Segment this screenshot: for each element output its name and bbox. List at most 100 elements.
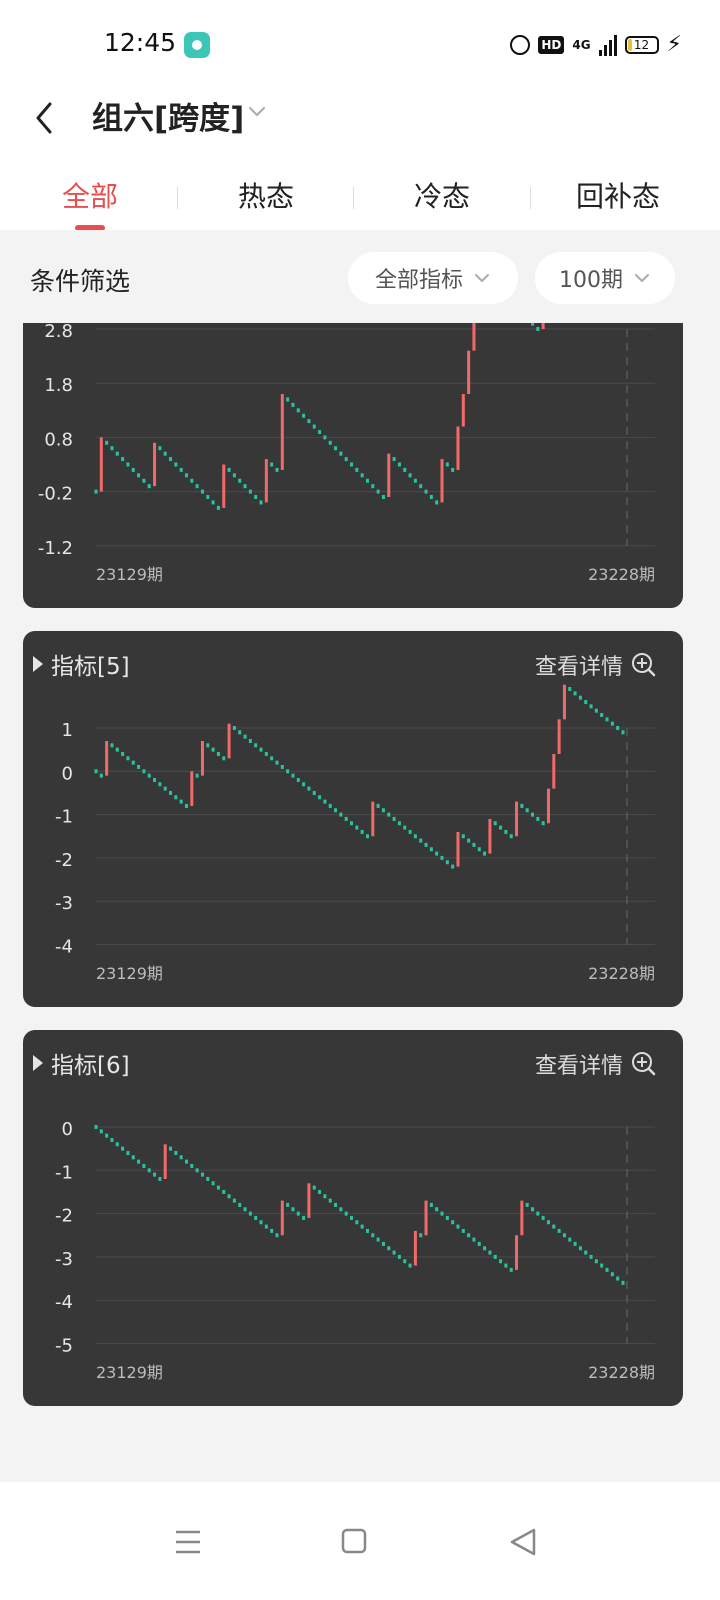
down-mark xyxy=(360,1224,364,1229)
down-mark xyxy=(211,747,215,752)
down-mark xyxy=(169,1146,173,1151)
down-mark xyxy=(360,829,364,834)
down-mark xyxy=(238,730,242,735)
down-mark xyxy=(302,413,306,418)
down-mark xyxy=(531,1207,535,1212)
down-mark xyxy=(536,327,540,331)
down-mark xyxy=(536,1211,540,1216)
down-mark xyxy=(594,1259,598,1264)
battery-icon: 12 xyxy=(624,36,659,54)
down-mark xyxy=(275,760,279,765)
down-mark xyxy=(163,451,167,456)
down-mark xyxy=(254,743,258,748)
down-mark xyxy=(381,808,385,813)
tab-all[interactable]: 全部 xyxy=(10,175,170,215)
down-mark xyxy=(408,473,412,478)
down-mark xyxy=(254,1215,258,1220)
down-mark xyxy=(350,821,354,826)
charging-bolt-icon: ⚡ xyxy=(666,32,682,57)
down-mark xyxy=(318,429,322,434)
down-mark xyxy=(557,1228,561,1233)
down-mark xyxy=(195,484,199,489)
filter-label: 条件筛选 xyxy=(30,267,131,296)
y-tick-label: -3 xyxy=(55,893,73,914)
up-bar xyxy=(440,459,444,503)
signal-icon xyxy=(598,34,617,56)
down-mark xyxy=(286,769,290,774)
chevron-down-icon[interactable] xyxy=(246,100,268,122)
chart-card-3[interactable]: 指标[6] 查看详情 0 -1 -2 -3 -4 -5 23129期 23228期 xyxy=(23,1030,683,1406)
down-mark xyxy=(541,821,545,826)
chart-plot: 0 -1 -2 -3 -4 -5 23129期 23228期 xyxy=(55,1119,655,1382)
x-start-label: 23129期 xyxy=(96,565,163,584)
down-mark xyxy=(504,829,508,834)
down-mark xyxy=(227,1194,231,1199)
down-mark xyxy=(467,838,471,843)
down-mark xyxy=(94,769,98,774)
down-mark xyxy=(153,1172,157,1177)
hd-icon: HD xyxy=(538,36,565,54)
down-mark xyxy=(504,1263,508,1268)
down-mark xyxy=(397,1254,401,1259)
down-mark xyxy=(264,1224,268,1229)
up-bar xyxy=(190,771,194,806)
down-mark xyxy=(376,803,380,808)
up-bar xyxy=(99,437,103,492)
down-mark xyxy=(291,773,295,778)
chart-card-1[interactable]: 2.8 1.8 0.8 -0.2 -1.2 23129期 23228期 xyxy=(23,323,683,608)
tab-bar: 全部 热态 冷态 回补态 xyxy=(0,165,720,231)
down-mark xyxy=(355,1220,359,1225)
down-mark xyxy=(435,1207,439,1212)
down-mark xyxy=(232,726,236,730)
up-bar xyxy=(515,1235,519,1270)
up-bar xyxy=(552,753,556,789)
period-select[interactable]: 100期 xyxy=(535,252,675,304)
down-mark xyxy=(584,1250,588,1255)
down-mark xyxy=(200,1172,204,1177)
down-mark xyxy=(467,1233,471,1238)
down-mark xyxy=(605,717,609,722)
down-mark xyxy=(115,451,119,456)
down-mark xyxy=(525,1202,529,1207)
down-mark xyxy=(126,1150,130,1155)
down-mark xyxy=(600,713,604,718)
down-mark xyxy=(184,473,188,478)
menu-icon[interactable] xyxy=(170,1522,210,1562)
down-mark xyxy=(307,786,311,791)
down-mark xyxy=(195,1168,199,1173)
home-square-icon[interactable] xyxy=(336,1522,376,1562)
down-mark xyxy=(259,1220,263,1225)
down-mark xyxy=(573,691,577,696)
down-mark xyxy=(419,484,423,489)
down-mark xyxy=(334,446,338,451)
down-mark xyxy=(440,1211,444,1216)
y-tick-label: 0 xyxy=(62,1119,73,1140)
down-mark xyxy=(243,734,247,739)
down-mark xyxy=(392,816,396,821)
indicator-select[interactable]: 全部指标 xyxy=(348,252,518,304)
down-mark xyxy=(419,838,423,843)
tab-rebound[interactable]: 回补态 xyxy=(538,175,698,215)
down-mark xyxy=(461,1228,465,1233)
chevron-left-icon[interactable] xyxy=(30,98,60,138)
up-bar xyxy=(515,801,519,837)
chart-card-2[interactable]: 指标[5] 查看详情 1 0 -1 -2 -3 -4 23129期 23228期 xyxy=(23,631,683,1007)
status-icons: HD 4G 12 ⚡ xyxy=(510,30,682,60)
down-mark xyxy=(445,860,449,865)
down-mark xyxy=(328,440,332,445)
y-tick-label: -1 xyxy=(55,807,73,828)
down-mark xyxy=(344,1211,348,1216)
down-mark xyxy=(339,1207,343,1212)
chart-plot: 1 0 -1 -2 -3 -4 23129期 23228期 xyxy=(55,684,655,983)
down-mark xyxy=(531,323,535,326)
tab-cold[interactable]: 冷态 xyxy=(362,175,522,215)
down-mark xyxy=(403,825,407,830)
down-mark xyxy=(243,1207,247,1212)
tab-hot[interactable]: 热态 xyxy=(186,175,346,215)
down-mark xyxy=(424,489,428,494)
up-bar xyxy=(557,719,561,754)
down-mark xyxy=(610,1272,614,1277)
page-title[interactable]: 组六[跨度] xyxy=(92,93,244,138)
down-mark xyxy=(248,738,252,743)
back-triangle-icon[interactable] xyxy=(506,1522,546,1562)
